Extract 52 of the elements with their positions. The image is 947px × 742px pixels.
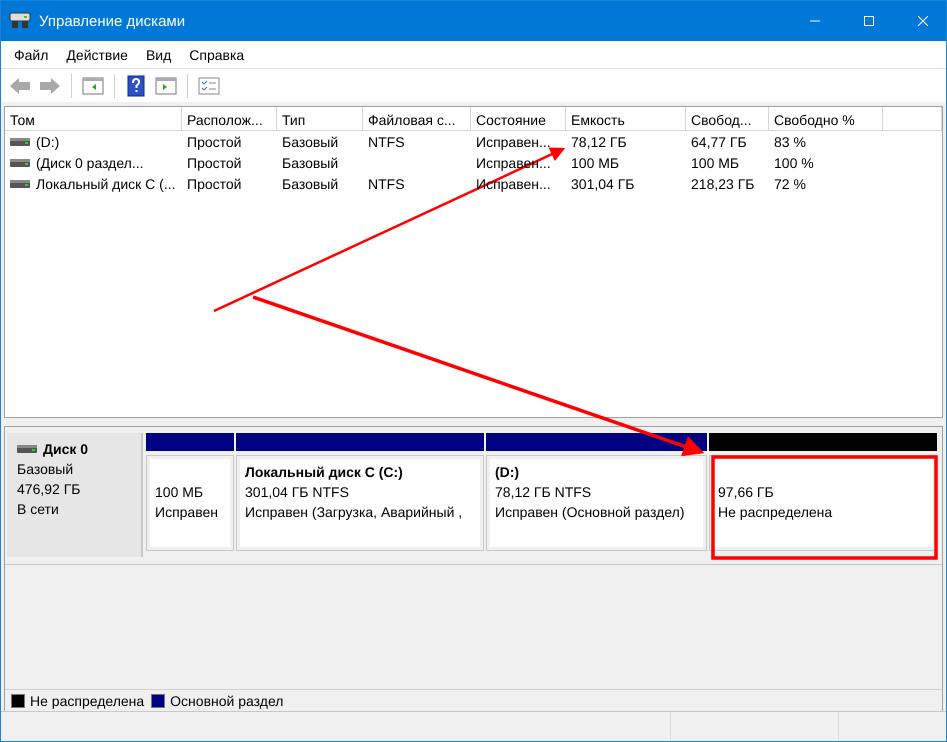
column-header[interactable]: Располож... bbox=[182, 107, 277, 130]
column-header[interactable]: Состояние bbox=[471, 107, 566, 130]
table-cell-text: Простой bbox=[186, 134, 242, 150]
partition-block[interactable]: 100 МБ Исправен bbox=[146, 455, 234, 551]
table-cell-text: Простой bbox=[186, 176, 242, 192]
table-cell-text: 218,23 ГБ bbox=[690, 176, 756, 192]
table-cell-text: Исправен... bbox=[475, 134, 552, 150]
partition-block[interactable]: (D:) 78,12 ГБ NTFS Исправен (Основной раздел) bbox=[486, 455, 707, 551]
partition-block[interactable]: 97,66 ГБ Не распределена bbox=[709, 455, 937, 551]
menu-item[interactable]: Вид bbox=[136, 44, 180, 64]
disk-status: В сети bbox=[17, 500, 60, 519]
volume-cell[interactable]: (D:) bbox=[5, 134, 182, 150]
table-cell-text: NTFS bbox=[367, 176, 406, 192]
volume-cell[interactable]: (Диск 0 раздел... bbox=[5, 154, 182, 170]
drive-icon bbox=[17, 445, 37, 453]
maximize-icon bbox=[864, 16, 874, 26]
volume-cell[interactable]: Локальный диск C (... bbox=[5, 176, 182, 192]
drive-icon bbox=[10, 158, 30, 166]
table-cell-text: Базовый bbox=[281, 154, 340, 170]
disk-type: Базовый bbox=[17, 460, 74, 479]
disk-size: 476,92 ГБ bbox=[17, 480, 82, 499]
table-cell-text: 83 % bbox=[773, 134, 807, 150]
table-cell-text: 64,77 ГБ bbox=[690, 134, 748, 150]
partition-block[interactable]: Локальный диск C (C:) 301,04 ГБ NTFS Исправен (Загрузка, Аварийный , bbox=[236, 455, 484, 551]
column-header[interactable]: Тип bbox=[277, 107, 363, 130]
legend-label: Основной раздел bbox=[170, 692, 284, 708]
drive-icon bbox=[10, 180, 30, 188]
drive-icon bbox=[10, 138, 30, 146]
table-cell-text: 301,04 ГБ bbox=[570, 176, 636, 192]
menu-item[interactable]: Файл bbox=[5, 44, 58, 64]
window-title: Управление дисками bbox=[39, 12, 186, 30]
table-cell-text: Простой bbox=[186, 154, 242, 170]
column-header[interactable]: Том bbox=[5, 107, 182, 130]
table-cell-text: Базовый bbox=[281, 134, 340, 150]
menu-item[interactable]: Справка bbox=[180, 44, 254, 64]
column-header[interactable]: Файловая с... bbox=[363, 107, 471, 130]
menu-item[interactable]: Действие bbox=[57, 44, 137, 64]
column-header[interactable]: Емкость bbox=[566, 107, 686, 130]
table-cell-text: 100 % bbox=[773, 154, 815, 170]
table-cell-text: Базовый bbox=[281, 176, 340, 192]
table-cell-text: 78,12 ГБ bbox=[570, 134, 628, 150]
table-cell-text: 100 МБ bbox=[690, 154, 740, 170]
table-cell-text: NTFS bbox=[367, 134, 406, 150]
close-icon bbox=[918, 16, 928, 26]
column-header[interactable]: Свободно % bbox=[769, 107, 883, 130]
table-cell-text: 72 % bbox=[773, 176, 807, 192]
disk-app-icon bbox=[9, 12, 31, 30]
table-cell-text: 100 МБ bbox=[570, 154, 620, 170]
column-header[interactable]: Свобод... bbox=[686, 107, 769, 130]
disk-info-panel[interactable]: Диск 0 Базовый 476,92 ГБ В сети bbox=[7, 433, 143, 557]
legend-label: Не распределена bbox=[30, 692, 144, 708]
disk-name: Диск 0 bbox=[43, 440, 88, 459]
